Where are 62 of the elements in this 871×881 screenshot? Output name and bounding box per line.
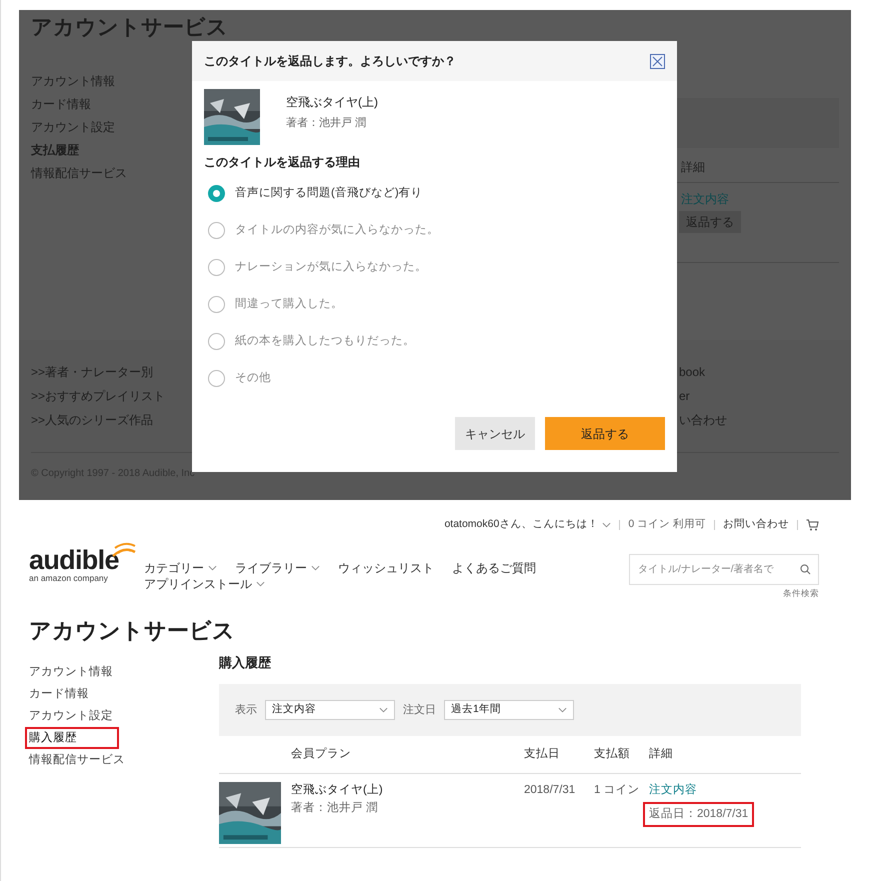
- cart-icon[interactable]: [806, 519, 819, 531]
- sidebar-item[interactable]: 情報配信サービス: [27, 750, 127, 769]
- column-header: 詳細: [649, 746, 674, 762]
- chevron-down-icon: [602, 522, 612, 528]
- table-cell-text: 2018/7/31: [524, 783, 576, 798]
- filter-label: 注文日: [403, 702, 436, 718]
- sidebar-item[interactable]: アカウント情報: [27, 662, 115, 681]
- table-cell-text: 1 コイン: [594, 783, 641, 798]
- logo-tagline: an amazon company: [29, 572, 109, 585]
- reason-label: タイトルの内容が気に入らなかった。: [235, 222, 439, 238]
- nav-link[interactable]: カテゴリー: [144, 560, 217, 576]
- return-date: 返品日：2018/7/31: [645, 804, 752, 825]
- column-header: 支払日: [524, 746, 561, 762]
- reason-label: 紙の本を購入したつもりだった。: [235, 334, 415, 349]
- nav-link[interactable]: ライブラリー: [235, 560, 320, 576]
- section-title: 購入履歴: [219, 654, 272, 672]
- coin-balance: 0 コイン 利用可: [628, 517, 706, 532]
- book-title[interactable]: 空飛ぶタイヤ(上): [291, 782, 524, 800]
- advanced-search-link[interactable]: 条件検索: [783, 587, 819, 600]
- cancel-button[interactable]: キャンセル: [455, 417, 535, 450]
- radio-button[interactable]: [208, 185, 225, 202]
- search-icon[interactable]: [800, 564, 811, 575]
- logo-wordmark[interactable]: audible: [29, 546, 119, 574]
- greeting-text[interactable]: otatomok60さん、こんにちは！: [444, 517, 612, 533]
- radio-button[interactable]: [208, 259, 225, 276]
- dialog-title: このタイトルを返品します。よろしいですか？: [204, 53, 456, 70]
- close-icon[interactable]: [650, 54, 665, 68]
- filter-label: 表示: [235, 703, 257, 718]
- sidebar-item[interactable]: 購入履歴: [27, 728, 117, 747]
- reason-heading: このタイトルを返品する理由: [203, 154, 361, 171]
- sidebar-item[interactable]: アカウント設定: [27, 706, 115, 725]
- radio-button[interactable]: [208, 333, 225, 350]
- chevron-down-icon: [256, 581, 265, 587]
- chevron-down-icon: [558, 707, 567, 714]
- return-button[interactable]: 返品する: [545, 417, 665, 450]
- radio-button[interactable]: [208, 222, 225, 239]
- chevron-down-icon: [311, 565, 320, 571]
- sidebar-item[interactable]: カード情報: [27, 684, 91, 703]
- contact-link[interactable]: お問い合わせ: [723, 517, 789, 533]
- nav-link[interactable]: アプリインストール: [144, 576, 265, 592]
- radio-button[interactable]: [208, 296, 225, 313]
- chevron-down-icon: [379, 707, 388, 714]
- book-author: 著者：池井戸 潤: [291, 800, 380, 816]
- reason-label: ナレーションが気に入らなかった。: [235, 260, 427, 275]
- filter-dropdown[interactable]: 過去1年間: [444, 700, 574, 720]
- search-field[interactable]: タイトル/ナレーター/著者名で: [629, 554, 819, 585]
- book-title: 空飛ぶタイヤ(上): [286, 94, 378, 111]
- chevron-down-icon: [208, 565, 217, 571]
- reason-label: その他: [235, 370, 271, 386]
- book-author: 著者：池井戸 潤: [286, 116, 368, 131]
- radio-button[interactable]: [208, 370, 225, 387]
- nav-link[interactable]: よくあるご質問: [452, 560, 536, 576]
- nav-link[interactable]: ウィッシュリスト: [338, 560, 434, 576]
- column-header: 会員プラン: [291, 746, 352, 762]
- reason-label: 音声に関する問題(音飛びなど)有り: [235, 185, 423, 201]
- column-header: 支払額: [594, 746, 631, 762]
- page-title: アカウントサービス: [31, 16, 228, 40]
- page-title: アカウントサービス: [28, 616, 236, 645]
- reason-label: 間違って購入した。: [235, 296, 343, 312]
- filter-dropdown[interactable]: 注文内容: [265, 700, 395, 720]
- order-link[interactable]: 注文内容: [645, 782, 752, 800]
- detail-header: 詳細: [681, 159, 705, 176]
